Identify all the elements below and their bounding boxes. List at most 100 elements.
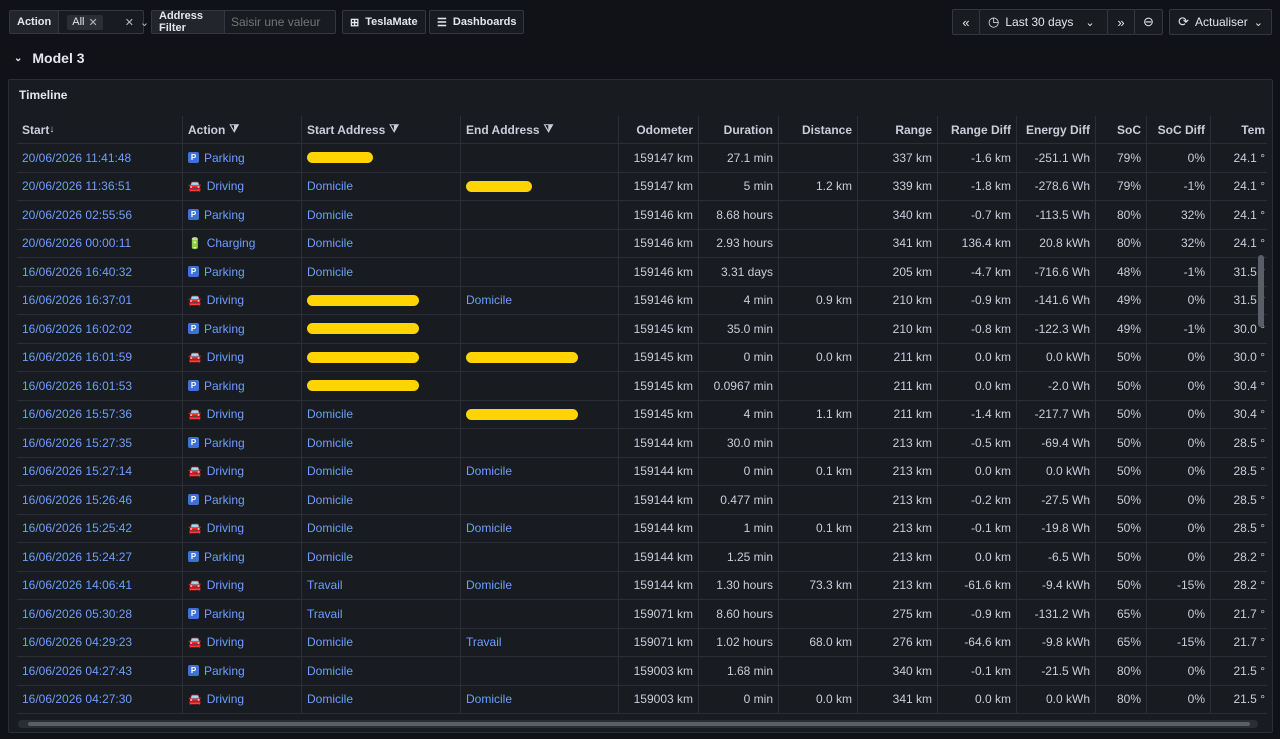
column-header-odometer[interactable]: Odometer [619,116,699,143]
cell-text[interactable]: Driving [207,179,244,193]
cell-start-addr[interactable]: Domicile [302,457,461,485]
cell-text[interactable]: Travail [307,607,343,621]
cell-text[interactable]: 16/06/2026 16:02:02 [22,322,132,336]
table-row[interactable]: 16/06/2026 15:57:36 🚘 Driving Domicile 15914… [17,400,1267,429]
cell-text[interactable]: 16/06/2026 04:27:30 [22,692,132,706]
column-header-start[interactable]: Start ↓ [17,116,183,143]
cell-end-addr[interactable] [461,343,619,371]
cell-start[interactable]: 16/06/2026 16:40:32 [17,258,183,286]
column-header-action[interactable]: Action ⧩ [183,116,302,143]
cell-end-addr[interactable] [461,172,619,200]
address-filter[interactable]: Address Filter [151,10,336,34]
cell-text[interactable]: 20/06/2026 11:36:51 [22,179,131,193]
cell-end-addr[interactable] [461,372,619,400]
cell-text[interactable]: Domicile [307,635,353,649]
cell-text[interactable]: Driving [207,350,244,364]
table-row[interactable]: 16/06/2026 16:02:02 P Parking 159145 km 35.0… [17,315,1267,344]
cell-text[interactable]: Domicile [307,265,353,279]
cell-text[interactable]: Domicile [466,521,512,535]
column-header-soc-diff[interactable]: SoC Diff [1147,116,1211,143]
table-row[interactable]: 16/06/2026 15:26:46 P Parking Domicile 15914… [17,486,1267,515]
cell-start-addr[interactable]: Domicile [302,543,461,571]
cell-start[interactable]: 16/06/2026 16:01:53 [17,372,183,400]
cell-text[interactable]: Domicile [307,436,353,450]
cell-start[interactable]: 16/06/2026 15:26:46 [17,486,183,514]
cell-text[interactable]: Domicile [466,293,512,307]
cell-start-addr[interactable] [302,286,461,314]
cell-text[interactable]: Travail [307,578,343,592]
cell-text[interactable]: Domicile [307,407,353,421]
cell-action[interactable]: 🚘 Driving [183,514,302,542]
remove-chip-icon[interactable]: ✕ [88,16,97,29]
cell-text[interactable]: Domicile [466,692,512,706]
chevron-down-icon[interactable]: ⌄ [140,16,149,29]
cell-start[interactable]: 16/06/2026 04:27:30 [17,685,183,713]
cell-action[interactable]: P Parking [183,315,302,343]
cell-text[interactable]: 16/06/2026 15:27:35 [22,436,132,450]
cell-start-addr[interactable] [302,372,461,400]
dashboards-link-button[interactable]: ☰ Dashboards [429,10,525,34]
cell-start[interactable]: 16/06/2026 15:27:14 [17,457,183,485]
filter-icon[interactable]: ⧩ [389,123,399,136]
cell-start[interactable]: 20/06/2026 02:55:56 [17,201,183,229]
cell-end-addr[interactable]: Domicile [461,286,619,314]
cell-text[interactable]: Parking [204,607,245,621]
cell-start[interactable]: 16/06/2026 05:30:28 [17,600,183,628]
column-header-distance[interactable]: Distance [779,116,858,143]
cell-text[interactable]: Domicile [307,464,353,478]
row-header-model3[interactable]: ⌄ Model 3 [14,50,85,66]
cell-text[interactable]: Domicile [307,521,353,535]
cell-text[interactable]: Parking [204,265,245,279]
table-row[interactable]: 16/06/2026 16:37:01 🚘 Driving Domicile 15914… [17,286,1267,315]
column-header-duration[interactable]: Duration [699,116,779,143]
cell-start-addr[interactable]: Travail [302,600,461,628]
zoom-out-button[interactable]: ⊖ [1134,9,1163,35]
cell-text[interactable]: Domicile [307,493,353,507]
cell-text[interactable]: Driving [207,521,244,535]
table-row[interactable]: 16/06/2026 04:29:23 🚘 Driving Domicile Trava… [17,628,1267,657]
column-header-energy-diff[interactable]: Energy Diff [1017,116,1096,143]
cell-end-addr[interactable] [461,315,619,343]
cell-text[interactable]: Parking [204,664,245,678]
cell-action[interactable]: 🚘 Driving [183,571,302,599]
cell-end-addr[interactable] [461,600,619,628]
cell-end-addr[interactable] [461,144,619,172]
cell-text[interactable]: Domicile [307,664,353,678]
cell-end-addr[interactable] [461,657,619,685]
cell-text[interactable]: 16/06/2026 16:37:01 [22,293,132,307]
table-row[interactable]: 20/06/2026 00:00:11 🔋 Charging Domicile 1591… [17,229,1267,258]
table-row[interactable]: 16/06/2026 16:40:32 P Parking Domicile 15914… [17,258,1267,287]
cell-action[interactable]: 🚘 Driving [183,172,302,200]
cell-start-addr[interactable]: Domicile [302,229,461,257]
cell-text[interactable]: Parking [204,322,245,336]
cell-text[interactable]: Driving [207,464,244,478]
cell-start[interactable]: 16/06/2026 16:01:59 [17,343,183,371]
table-row[interactable]: 16/06/2026 14:06:41 🚘 Driving Travail Domici… [17,571,1267,600]
cell-action[interactable]: 🚘 Driving [183,286,302,314]
action-value-chip[interactable]: All ✕ [67,14,103,30]
cell-start-addr[interactable]: Domicile [302,657,461,685]
table-row[interactable]: 20/06/2026 11:36:51 🚘 Driving Domicile 15914… [17,172,1267,201]
cell-end-addr[interactable]: Travail [461,628,619,656]
cell-start-addr[interactable]: Domicile [302,258,461,286]
cell-text[interactable]: 20/06/2026 02:55:56 [22,208,132,222]
column-header-soc[interactable]: SoC [1096,116,1147,143]
cell-start[interactable]: 16/06/2026 15:24:27 [17,543,183,571]
cell-start[interactable]: 16/06/2026 16:02:02 [17,315,183,343]
table-row[interactable]: 16/06/2026 04:27:43 P Parking Domicile 15900… [17,657,1267,686]
cell-text[interactable]: 16/06/2026 15:25:42 [22,521,132,535]
cell-text[interactable]: Domicile [307,236,353,250]
cell-start-addr[interactable] [302,315,461,343]
filter-icon[interactable]: ⧩ [229,123,239,136]
table-row[interactable]: 16/06/2026 16:01:53 P Parking 159145 km 0.09… [17,372,1267,401]
cell-start-addr[interactable]: Domicile [302,429,461,457]
cell-text[interactable]: Travail [466,635,502,649]
cell-action[interactable]: P Parking [183,657,302,685]
time-forward-button[interactable]: » [1107,9,1135,35]
time-back-button[interactable]: « [952,9,980,35]
cell-start[interactable]: 16/06/2026 04:29:23 [17,628,183,656]
cell-text[interactable]: Driving [207,692,244,706]
cell-action[interactable]: P Parking [183,600,302,628]
cell-text[interactable]: 16/06/2026 04:29:23 [22,635,132,649]
cell-end-addr[interactable]: Domicile [461,571,619,599]
